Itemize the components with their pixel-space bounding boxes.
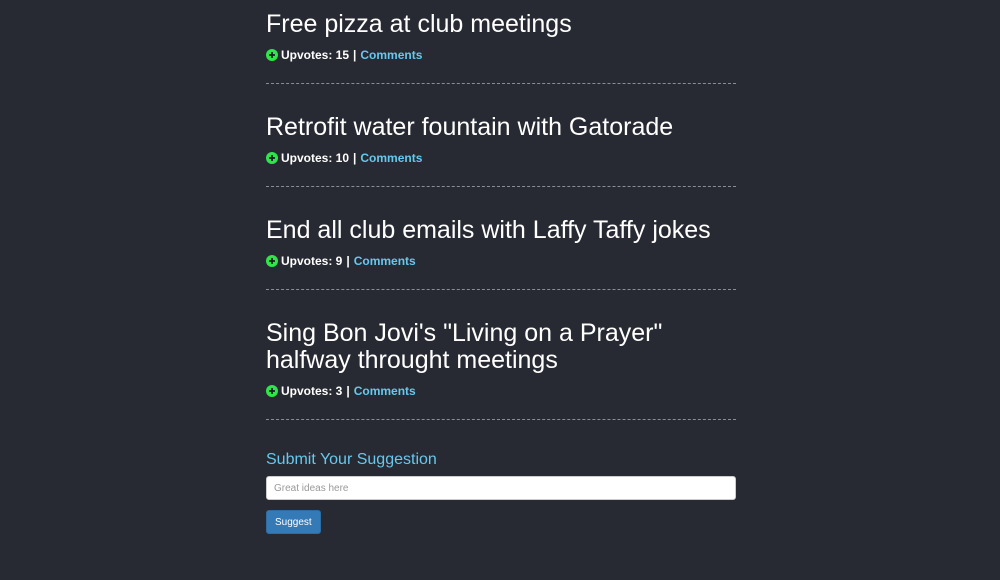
separator: | xyxy=(353,48,357,62)
plus-circle-icon[interactable] xyxy=(266,385,278,397)
suggestion-input[interactable] xyxy=(266,476,736,500)
suggestion-item: Free pizza at club meetings Upvotes: 15 … xyxy=(266,0,736,84)
suggestion-item: End all club emails with Laffy Taffy jok… xyxy=(266,217,736,290)
upvote-count: Upvotes: 3 xyxy=(281,384,343,398)
suggestion-title: Free pizza at club meetings xyxy=(266,10,572,38)
suggest-button[interactable]: Suggest xyxy=(266,510,321,534)
separator: | xyxy=(353,151,357,165)
suggestions-container: Free pizza at club meetings Upvotes: 15 … xyxy=(266,0,736,534)
suggestion-item: Sing Bon Jovi's "Living on a Prayer" hal… xyxy=(266,320,736,420)
separator: | xyxy=(346,254,350,268)
comments-link[interactable]: Comments xyxy=(354,254,416,268)
comments-link[interactable]: Comments xyxy=(354,384,416,398)
suggestion-meta: Upvotes: 10 | Comments xyxy=(266,150,736,166)
suggestion-meta: Upvotes: 9 | Comments xyxy=(266,253,736,269)
suggestion-title: Sing Bon Jovi's "Living on a Prayer" hal… xyxy=(266,319,663,374)
upvote-count: Upvotes: 9 xyxy=(281,254,343,268)
suggestion-title: End all club emails with Laffy Taffy jok… xyxy=(266,216,711,244)
upvote-count: Upvotes: 15 xyxy=(281,48,350,62)
plus-circle-icon[interactable] xyxy=(266,152,278,164)
suggestion-title: Retrofit water fountain with Gatorade xyxy=(266,113,674,141)
plus-circle-icon[interactable] xyxy=(266,255,278,267)
suggestion-form: Submit Your Suggestion Suggest xyxy=(266,450,736,534)
suggestion-meta: Upvotes: 15 | Comments xyxy=(266,47,736,63)
plus-circle-icon[interactable] xyxy=(266,49,278,61)
comments-link[interactable]: Comments xyxy=(360,151,422,165)
suggestion-meta: Upvotes: 3 | Comments xyxy=(266,383,736,399)
upvote-count: Upvotes: 10 xyxy=(281,151,350,165)
comments-link[interactable]: Comments xyxy=(360,48,422,62)
suggestion-item: Retrofit water fountain with Gatorade Up… xyxy=(266,114,736,187)
form-title: Submit Your Suggestion xyxy=(266,451,437,468)
separator: | xyxy=(346,384,350,398)
